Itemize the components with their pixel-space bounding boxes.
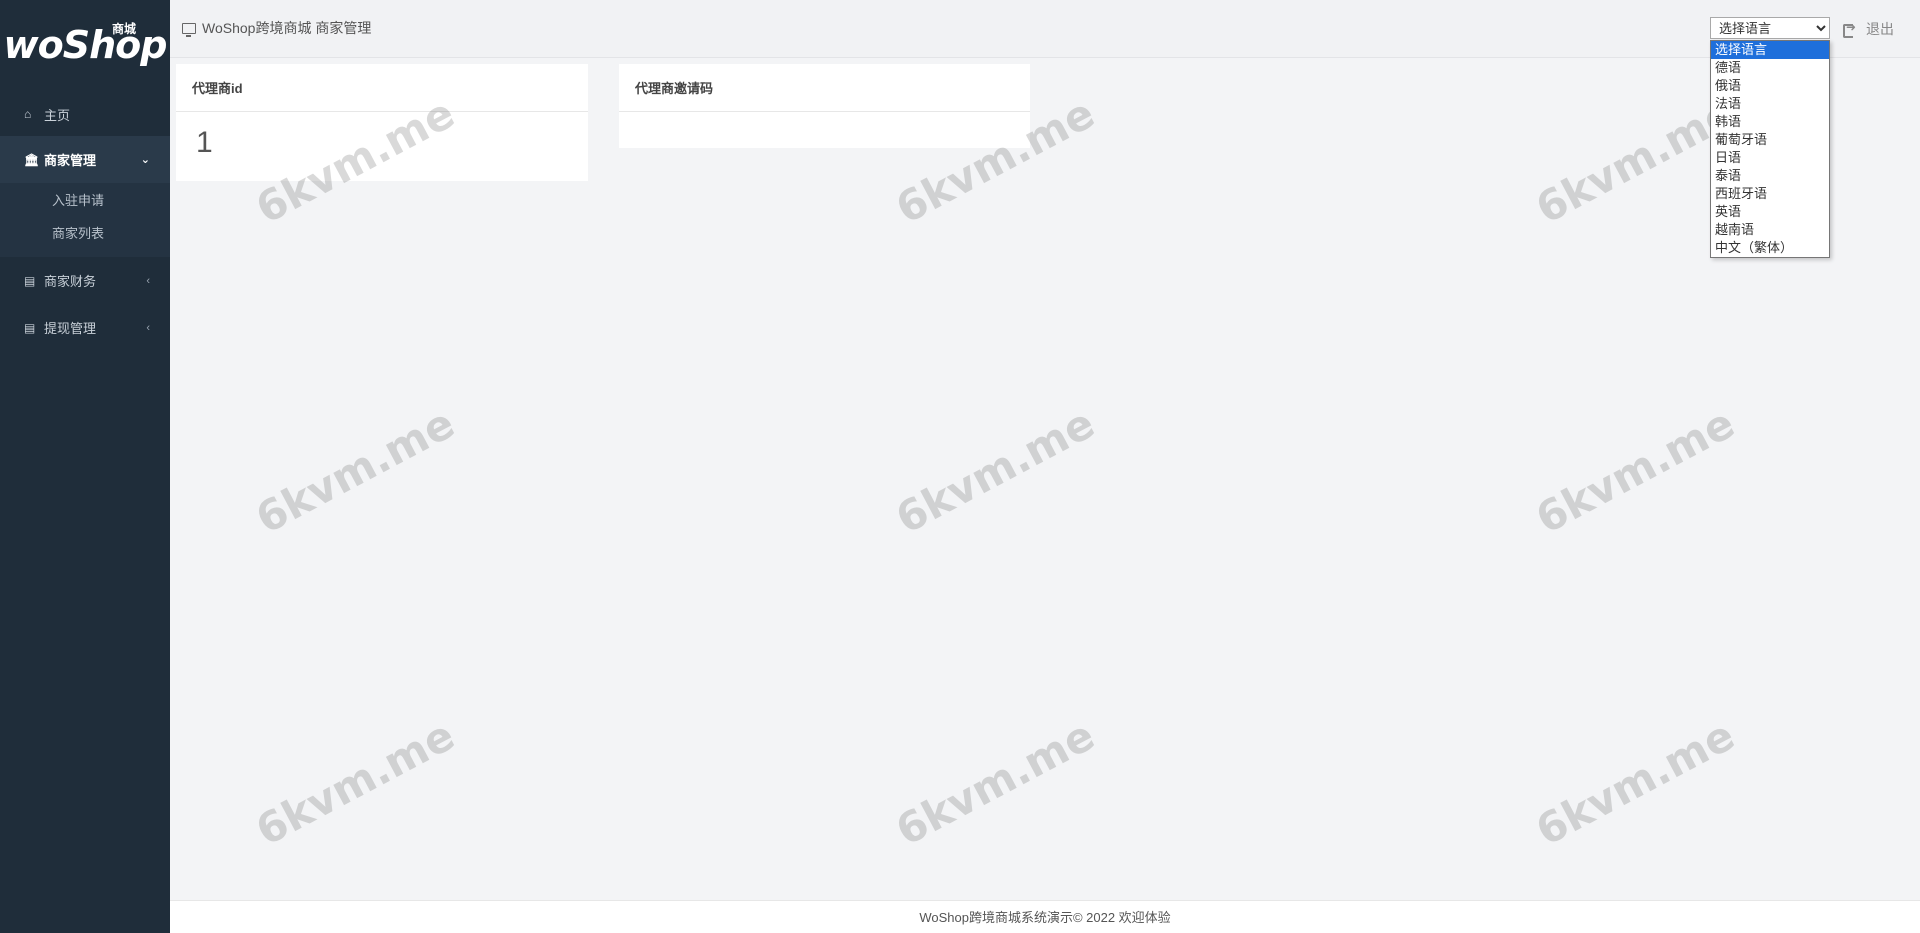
sidebar-submenu: 入驻申请 商家列表: [0, 183, 170, 257]
watermark: 6kvm.me: [888, 710, 1103, 856]
language-option[interactable]: 韩语: [1711, 113, 1829, 131]
list-icon: ▤: [24, 320, 36, 335]
sidebar-item-withdrawal[interactable]: ▤ 提现管理 ‹: [0, 304, 170, 351]
language-option[interactable]: 泰语: [1711, 167, 1829, 185]
language-option[interactable]: 英语: [1711, 203, 1829, 221]
sidebar: woShop 商城 ⌂ 主页 🏛 商家管理 ⌄ 入驻申请 商家列表 ▤ 商家财务…: [0, 0, 170, 933]
watermark: 6kvm.me: [1528, 710, 1743, 856]
card-icon: ▤: [24, 273, 36, 288]
chevron-left-icon: ‹: [146, 274, 150, 287]
sidebar-item-label: 主页: [44, 107, 71, 123]
breadcrumb-text: WoShop跨境商城 商家管理: [202, 20, 372, 36]
language-dropdown-list: 选择语言 德语 俄语 法语 韩语 葡萄牙语 日语 泰语 西班牙语 英语 越南语 …: [1710, 40, 1830, 258]
watermark: 6kvm.me: [248, 710, 463, 856]
breadcrumb: WoShop跨境商城 商家管理: [182, 18, 371, 38]
language-option[interactable]: 西班牙语: [1711, 185, 1829, 203]
language-option[interactable]: 中文（繁体）: [1711, 239, 1829, 257]
logo-text: woShop: [3, 23, 168, 67]
language-option[interactable]: 法语: [1711, 95, 1829, 113]
agent-id-card: 代理商id 1: [176, 64, 588, 181]
footer: WoShop跨境商城系统演示© 2022 欢迎体验: [170, 900, 1920, 933]
watermark: 6kvm.me: [1528, 398, 1743, 544]
card-value: 1: [196, 126, 213, 159]
sidebar-item-label: 商家财务: [44, 274, 97, 289]
bank-icon: 🏛: [24, 152, 40, 167]
logout-button[interactable]: 退出: [1843, 19, 1894, 39]
language-option[interactable]: 选择语言: [1711, 41, 1829, 59]
logout-label: 退出: [1866, 21, 1894, 37]
top-header: WoShop跨境商城 商家管理 选择语言 退出: [170, 0, 1920, 58]
language-option[interactable]: 日语: [1711, 149, 1829, 167]
watermark: 6kvm.me: [888, 398, 1103, 544]
sidebar-subitem-application[interactable]: 入驻申请: [0, 183, 170, 216]
logo[interactable]: woShop 商城: [0, 0, 170, 90]
sign-out-icon: [1843, 20, 1856, 38]
monitor-icon: [182, 22, 196, 37]
language-select[interactable]: 选择语言: [1710, 17, 1830, 39]
home-icon: ⌂: [24, 107, 32, 121]
chevron-left-icon: ‹: [146, 321, 150, 334]
card-title: 代理商邀请码: [619, 64, 1030, 112]
language-option[interactable]: 越南语: [1711, 221, 1829, 239]
sidebar-item-home[interactable]: ⌂ 主页: [0, 92, 170, 136]
logo-sub: 商城: [112, 22, 137, 36]
sidebar-item-label: 商家管理: [44, 153, 97, 168]
watermark: 6kvm.me: [248, 398, 463, 544]
card-title: 代理商id: [176, 64, 588, 112]
agent-invite-code-card: 代理商邀请码: [619, 64, 1030, 148]
sidebar-item-merchant-finance[interactable]: ▤ 商家财务 ‹: [0, 257, 170, 304]
chevron-down-icon: ⌄: [140, 154, 150, 166]
card-value: [619, 112, 1030, 140]
sidebar-subitem-merchant-list[interactable]: 商家列表: [0, 216, 170, 249]
language-option[interactable]: 德语: [1711, 59, 1829, 77]
language-option[interactable]: 俄语: [1711, 77, 1829, 95]
sidebar-item-label: 提现管理: [44, 321, 97, 336]
language-option[interactable]: 葡萄牙语: [1711, 131, 1829, 149]
sidebar-item-merchant-management[interactable]: 🏛 商家管理 ⌄: [0, 136, 170, 183]
